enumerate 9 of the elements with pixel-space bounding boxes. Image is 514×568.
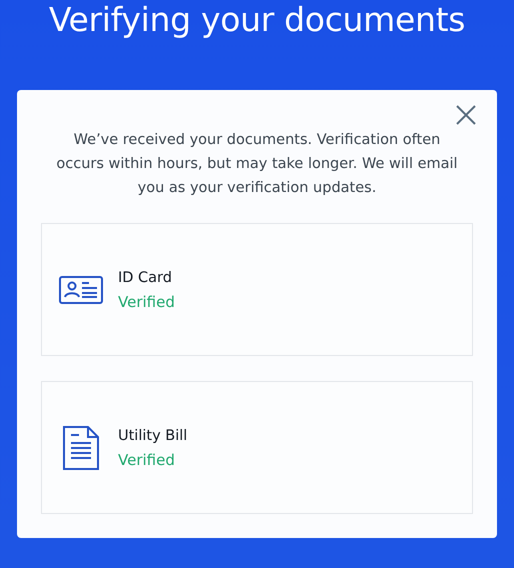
document-status: Verified <box>118 450 176 470</box>
document-icon <box>63 426 99 470</box>
close-icon[interactable] <box>455 104 477 126</box>
message-text: We’ve received your documents. Verification often occurs within hours, but may take longer. We will email you as your verification updates. <box>55 131 459 198</box>
document-name: ID Card <box>118 268 173 288</box>
page-title: Verifying your documents <box>48 0 466 41</box>
document-name: Utility Bill <box>118 426 188 446</box>
id-card-icon <box>59 276 103 304</box>
document-status: Verified <box>118 292 175 312</box>
